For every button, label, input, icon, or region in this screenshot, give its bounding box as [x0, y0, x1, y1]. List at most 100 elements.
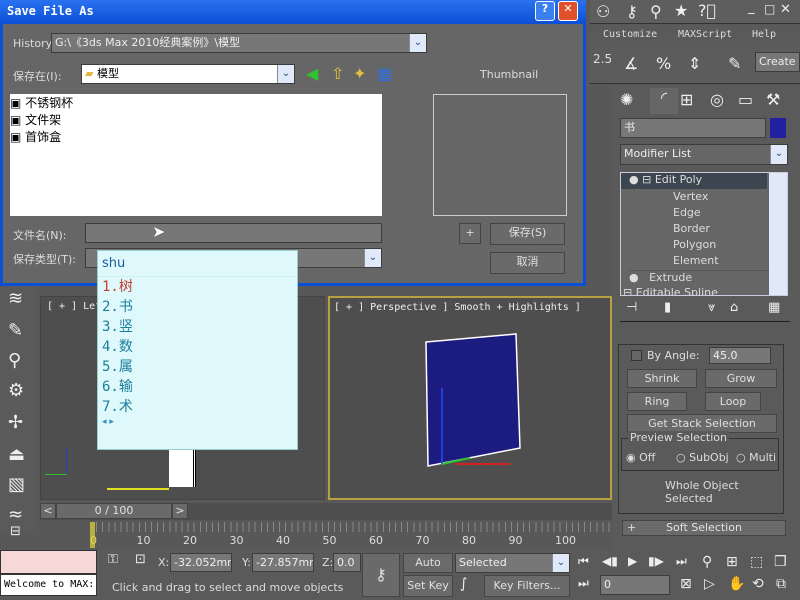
y-coordinate[interactable]: -27.857mm [252, 553, 314, 572]
weathervane-icon[interactable]: ✢ [8, 412, 23, 433]
set-key-button[interactable]: Set Key [403, 575, 453, 597]
x-coordinate[interactable]: -32.052mm [170, 553, 232, 572]
prev-key-icon[interactable]: ◀▮ [602, 554, 618, 568]
ime-candidate[interactable]: 4.数 [98, 337, 297, 357]
brush-icon[interactable]: ✎ [8, 320, 23, 341]
help-button[interactable]: ? [535, 1, 555, 21]
stack-item-edit-poly[interactable]: ● ⊟ Edit Poly [621, 173, 767, 189]
ime-candidate[interactable]: 2.书 [98, 297, 297, 317]
ime-page-arrows[interactable]: ◂ ▸ [98, 417, 297, 427]
by-angle-spinner[interactable]: 45.0 [709, 347, 771, 364]
current-frame-field[interactable]: 0 [600, 575, 670, 595]
orbit-icon[interactable]: ⟲ [752, 576, 764, 592]
ime-candidate[interactable]: 5.属 [98, 357, 297, 377]
create-tab-icon[interactable]: ✺ [620, 90, 633, 109]
maximize-icon[interactable]: □ [764, 2, 775, 16]
stack-item-polygon[interactable]: Polygon [673, 238, 716, 251]
go-start-icon[interactable]: ⏮ [578, 554, 589, 569]
stack-item-vertex[interactable]: Vertex [673, 190, 708, 203]
zoom-icon[interactable]: ⚲ [702, 554, 712, 570]
modify-tab-icon[interactable]: ◜ [650, 88, 678, 114]
close-button[interactable]: ✕ [558, 1, 578, 21]
stack-scrollbar[interactable] [769, 173, 787, 295]
save-in-dropdown[interactable]: ▰ 模型 ⌄ [81, 64, 295, 84]
utilities-tab-icon[interactable]: ⚒ [766, 90, 780, 109]
zoom-extents-all-icon[interactable]: ❒ [774, 554, 787, 570]
time-config-icon[interactable]: ⊠ [680, 576, 692, 592]
preview-off-radio[interactable]: ◉ Off [626, 451, 655, 464]
go-end-icon[interactable]: ⏭ [676, 554, 687, 569]
track-bar[interactable]: ⊟ 0 10 20 30 40 50 60 70 80 90 100 [10, 522, 612, 550]
tangent-icon[interactable]: ∫ [460, 576, 467, 592]
lock-icon[interactable]: ⚿ [108, 552, 118, 567]
cancel-button[interactable]: 取消 [490, 252, 565, 274]
layers-icon[interactable]: ≋ [8, 288, 23, 309]
file-item[interactable]: ▣ 首饰盒 [10, 128, 382, 145]
soft-selection-rollout[interactable]: + Soft Selection [622, 520, 786, 536]
menu-maxscript[interactable]: MAXScript [678, 25, 732, 45]
motion-tab-icon[interactable]: ◎ [710, 90, 724, 109]
new-folder-icon[interactable]: ✦ [353, 64, 366, 83]
welcome-text[interactable]: Welcome to MAX: [0, 574, 97, 596]
auto-key-button[interactable]: Auto Key [403, 553, 453, 587]
ime-candidate[interactable]: 7.术 [98, 397, 297, 417]
satellite-icon[interactable]: ⚲ [650, 2, 662, 21]
file-item[interactable]: ▣ 不锈钢杯 [10, 94, 382, 111]
minimize-icon[interactable]: _ [748, 0, 755, 15]
close-icon[interactable]: ✕ [780, 2, 791, 17]
key-mode-button[interactable]: ⚷ [362, 553, 400, 597]
hierarchy-tab-icon[interactable]: ⊞ [680, 90, 693, 109]
stack-item-extrude[interactable]: ● Extrude [629, 270, 769, 284]
make-unique-icon[interactable]: ⩔ [708, 300, 715, 315]
by-angle-checkbox[interactable] [631, 350, 642, 361]
loop-button[interactable]: Loop [705, 392, 761, 411]
key-icon[interactable]: ⚷ [626, 2, 638, 21]
key-mode-toggle-icon[interactable]: ⏭ [578, 576, 589, 591]
prev-frame-button[interactable]: < [40, 503, 56, 519]
gear-icon[interactable]: ⚙ [8, 380, 24, 401]
back-icon[interactable]: ◀ [306, 64, 318, 83]
stack-item-edge[interactable]: Edge [673, 206, 701, 219]
wrench-icon[interactable]: ⚲ [8, 350, 21, 371]
frame-indicator[interactable]: 0 / 100 [56, 503, 172, 519]
next-key-icon[interactable]: ▮▶ [648, 554, 664, 568]
key-filters-button[interactable]: Key Filters... [484, 575, 570, 597]
file-item[interactable]: ▣ 文件架 [10, 111, 382, 128]
star-icon[interactable]: ★ [674, 1, 688, 20]
box-icon[interactable]: ▧ [8, 474, 25, 495]
pin-stack-icon[interactable]: ⊣ [626, 300, 637, 315]
grow-button[interactable]: Grow [705, 369, 777, 388]
history-dropdown[interactable]: G:\《3ds Max 2010经典案例》\模型 ⌄ [51, 33, 427, 53]
ime-candidate[interactable]: 1.树 [98, 277, 297, 297]
absolute-mode-icon[interactable]: ⊡ [135, 552, 146, 567]
menu-help[interactable]: Help [752, 25, 776, 45]
stack-item-border[interactable]: Border [673, 222, 710, 235]
binoculars-icon[interactable]: ⚇ [596, 2, 610, 21]
preview-multi-radio[interactable]: ○ Multi [736, 451, 776, 464]
menu-customize[interactable]: Customize [603, 25, 657, 45]
time-slider[interactable]: < 0 / 100 > [40, 503, 612, 520]
ring-button[interactable]: Ring [627, 392, 687, 411]
save-button[interactable]: 保存(S) [490, 223, 565, 245]
snap-value[interactable]: 2.5 [593, 52, 612, 66]
pan-icon[interactable]: ✋ [728, 576, 745, 592]
named-selection-field[interactable]: Create [755, 52, 800, 72]
up-folder-icon[interactable]: ⇧ [331, 64, 344, 83]
show-end-result-icon[interactable]: ▮ [664, 300, 671, 315]
curve-editor-icon[interactable]: ⊟ [10, 524, 21, 539]
percent-snap-icon[interactable]: % [656, 54, 671, 73]
zoom-extents-icon[interactable]: ⬚ [750, 554, 763, 570]
remove-modifier-icon[interactable]: ⌂ [730, 300, 738, 315]
object-color-swatch[interactable] [770, 118, 786, 138]
ime-candidate[interactable]: 3.竖 [98, 317, 297, 337]
teapot-icon[interactable]: ⏏ [8, 444, 25, 465]
filename-input[interactable] [85, 223, 382, 243]
display-tab-icon[interactable]: ▭ [738, 90, 753, 109]
fov-icon[interactable]: ▷ [704, 576, 715, 592]
stack-item-editable-spline[interactable]: ⊟ Editable Spline [623, 286, 718, 295]
edit-named-selection-icon[interactable]: ✎ [728, 54, 741, 73]
help-icon[interactable]: ?⃝ [698, 1, 716, 20]
modifier-list-dropdown[interactable]: Modifier List ⌄ [620, 144, 788, 165]
play-icon[interactable]: ▶ [628, 554, 637, 568]
maxscript-listener[interactable] [0, 550, 97, 574]
